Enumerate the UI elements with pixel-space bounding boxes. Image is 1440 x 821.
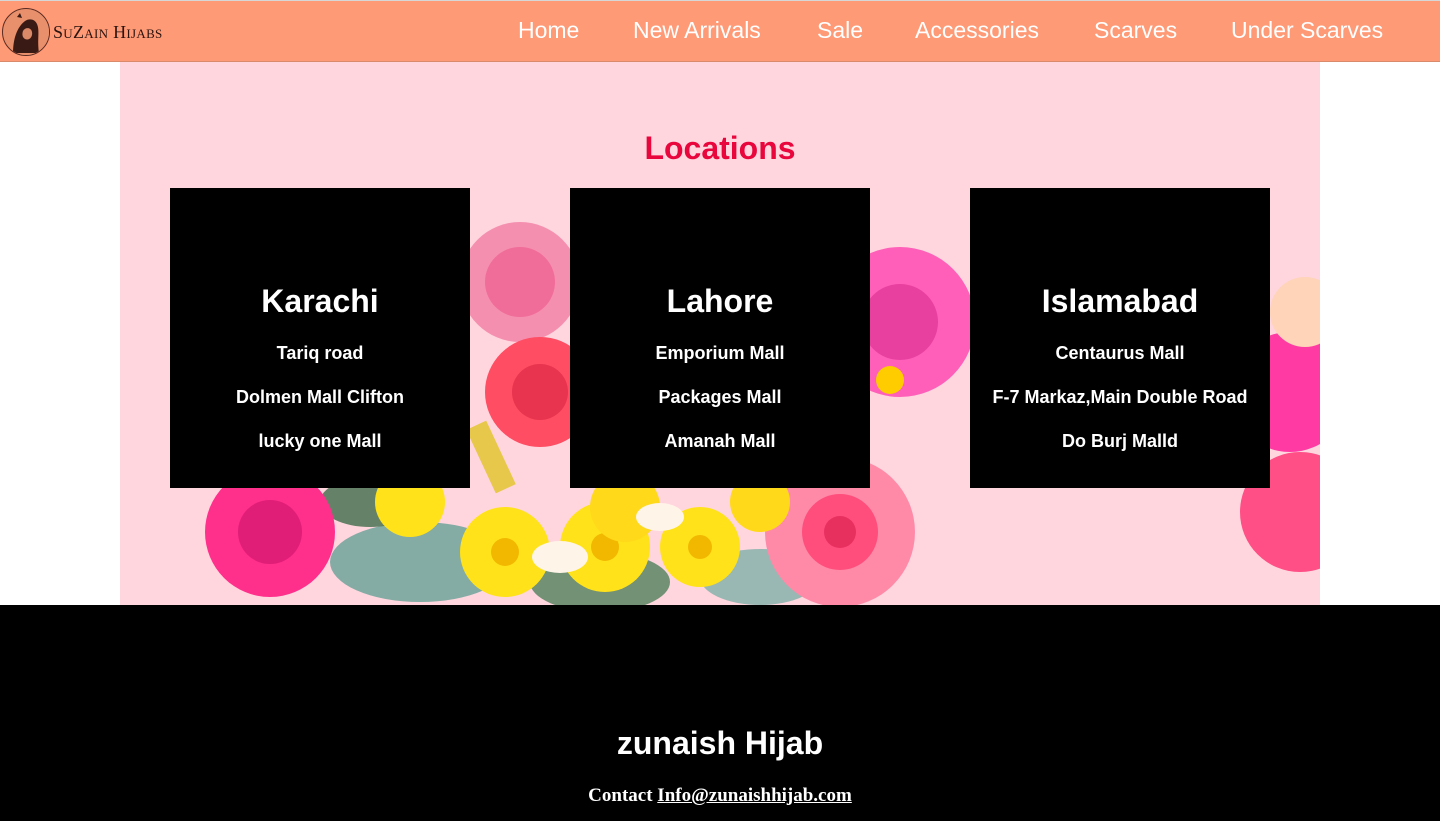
nav-link-accessories[interactable]: Accessories: [915, 17, 1039, 44]
store-location: Amanah Mall: [664, 431, 776, 451]
store-location: F-7 Markaz,Main Double Road: [992, 387, 1248, 407]
locations-section: Locations Karachi Tariq road Dolmen Mall…: [120, 62, 1320, 605]
footer-brand-name: zunaish Hijab: [616, 725, 824, 761]
top-navbar: SuZain Hijabs Home New Arrivals Sale Acc…: [0, 0, 1440, 62]
nav-link-new-arrivals[interactable]: New Arrivals: [633, 17, 761, 44]
city-name: Karachi: [261, 283, 379, 319]
store-location: Emporium Mall: [655, 343, 785, 363]
store-location: Do Burj Malld: [1062, 431, 1178, 451]
location-card-islamabad: Islamabad Centaurus Mall F-7 Markaz,Main…: [970, 188, 1270, 488]
location-card-lahore: Lahore Emporium Mall Packages Mall Amana…: [570, 188, 870, 488]
store-location: lucky one Mall: [258, 431, 382, 451]
nav-link-scarves[interactable]: Scarves: [1094, 17, 1177, 44]
footer-email-link[interactable]: Info@zunaishhijab.com: [657, 785, 852, 806]
main-nav: Home New Arrivals Sale Accessories Scarv…: [0, 1, 1440, 63]
nav-link-home[interactable]: Home: [518, 17, 579, 44]
footer-contact: Contact Info@zunaishhijab.com: [0, 785, 1440, 807]
city-name: Lahore: [666, 283, 774, 319]
nav-link-under-scarves[interactable]: Under Scarves: [1231, 17, 1383, 44]
locations-title: Locations: [644, 130, 796, 166]
location-card-karachi: Karachi Tariq road Dolmen Mall Clifton l…: [170, 188, 470, 488]
store-location: Dolmen Mall Clifton: [236, 387, 404, 407]
nav-link-sale[interactable]: Sale: [817, 17, 863, 44]
footer-contact-label: Contact: [588, 785, 653, 806]
store-location: Tariq road: [276, 343, 364, 363]
store-location: Centaurus Mall: [1055, 343, 1185, 363]
site-footer: zunaish Hijab Contact Info@zunaishhijab.…: [0, 605, 1440, 821]
store-location: Packages Mall: [658, 387, 782, 407]
city-name: Islamabad: [1041, 283, 1199, 319]
